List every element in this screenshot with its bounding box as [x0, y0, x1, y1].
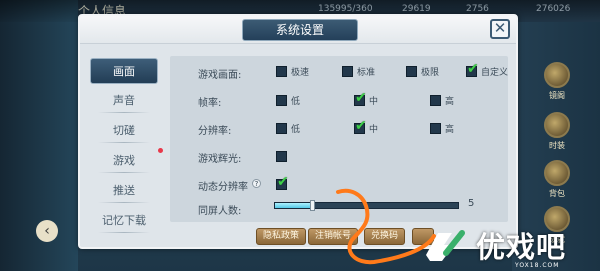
- checkbox[interactable]: [276, 123, 287, 134]
- option-label: 低: [291, 97, 301, 107]
- option-label: 中: [369, 97, 379, 107]
- tab-divider: [98, 112, 150, 113]
- resource-counter-3: 2756: [466, 4, 489, 14]
- tab-graphics[interactable]: 画面: [90, 58, 158, 84]
- tab-divider: [98, 232, 150, 233]
- resource-counter-1: 135995/360: [318, 4, 373, 14]
- checkmark-icon: ✔: [277, 174, 289, 190]
- watermark-logo-icon: [426, 230, 465, 261]
- checkmark-icon: ✔: [467, 61, 479, 77]
- tab-label: 画面: [113, 65, 135, 78]
- tab-game[interactable]: 游戏: [90, 148, 158, 174]
- frame-rate-label: 帧率:: [198, 98, 222, 109]
- tab-divider: [98, 202, 150, 203]
- dialog-title: 系统设置: [275, 23, 324, 37]
- resolution-label: 分辨率:: [198, 126, 232, 137]
- checkbox[interactable]: [430, 123, 441, 134]
- side-menu-icon[interactable]: [544, 112, 570, 138]
- help-icon[interactable]: ?: [252, 179, 261, 188]
- resource-counter-4: 276026: [536, 4, 571, 14]
- side-menu-label: 时装: [549, 141, 565, 150]
- option-label: 自定义: [481, 68, 509, 78]
- tab-label: 游戏: [113, 154, 135, 167]
- checkmark-icon: ✔: [355, 118, 367, 134]
- resource-counter-2: 29619: [402, 4, 431, 14]
- watermark-text: 优戏吧: [476, 230, 567, 264]
- tab-memory-download[interactable]: 记忆下载: [90, 208, 158, 234]
- checkbox[interactable]: [276, 66, 287, 77]
- dialog-title-banner: 系统设置: [242, 19, 358, 41]
- watermark: 优戏吧 YOX18.COM: [410, 220, 600, 271]
- settings-dialog: 系统设置 ✕ 画面 声音 切磋 游戏 推送 记忆下载 游戏画面: 极速 标准 极…: [78, 14, 518, 249]
- privacy-policy-button[interactable]: 隐私政策: [256, 228, 307, 245]
- side-menu-icon[interactable]: [544, 160, 570, 186]
- tab-duel[interactable]: 切磋: [90, 118, 158, 144]
- tab-label: 记忆下载: [102, 214, 146, 227]
- watermark-url: YOX18.COM: [515, 262, 560, 269]
- option-label: 极速: [291, 68, 310, 78]
- tab-label: 切磋: [113, 124, 135, 137]
- option-label: 中: [369, 125, 379, 135]
- tab-sound[interactable]: 声音: [90, 88, 158, 114]
- glow-label: 游戏辉光:: [198, 154, 242, 165]
- graphics-label: 游戏画面:: [198, 70, 242, 81]
- option-label: 高: [445, 125, 455, 135]
- dynamic-resolution-label: 动态分辨率: [198, 182, 248, 193]
- notification-dot: [158, 148, 163, 153]
- side-menu-label: 背包: [549, 189, 565, 198]
- checkbox[interactable]: [276, 95, 287, 106]
- option-label: 极限: [421, 68, 440, 78]
- tab-push[interactable]: 推送: [90, 178, 158, 204]
- side-menu-label: 镜阁: [549, 91, 565, 100]
- side-menu-icon[interactable]: [544, 62, 570, 88]
- same-screen-label: 同屏人数:: [198, 206, 242, 217]
- same-screen-value: 5: [468, 198, 475, 209]
- tab-label: 推送: [113, 184, 135, 197]
- checkbox[interactable]: [276, 151, 287, 162]
- checkbox[interactable]: [406, 66, 417, 77]
- tab-divider: [98, 142, 150, 143]
- checkbox[interactable]: ✔: [276, 174, 289, 190]
- slider-fill: [275, 203, 312, 208]
- close-button[interactable]: ✕: [490, 19, 510, 39]
- dialog-header: 系统设置 ✕: [80, 16, 516, 44]
- checkmark-icon: ✔: [355, 90, 367, 106]
- checkbox[interactable]: ✔: [354, 118, 367, 134]
- option-label: 高: [445, 97, 455, 107]
- back-arrow-icon[interactable]: ‹: [36, 220, 58, 242]
- tab-divider: [98, 172, 150, 173]
- checkbox[interactable]: ✔: [466, 61, 479, 77]
- slider-handle[interactable]: [309, 200, 315, 211]
- checkbox[interactable]: ✔: [354, 90, 367, 106]
- checkbox[interactable]: [430, 95, 441, 106]
- option-label: 低: [291, 125, 301, 135]
- settings-nav: 画面 声音 切磋 游戏 推送 记忆下载: [86, 52, 163, 242]
- option-label: 标准: [357, 68, 376, 78]
- tab-label: 声音: [113, 94, 135, 107]
- checkbox[interactable]: [342, 66, 353, 77]
